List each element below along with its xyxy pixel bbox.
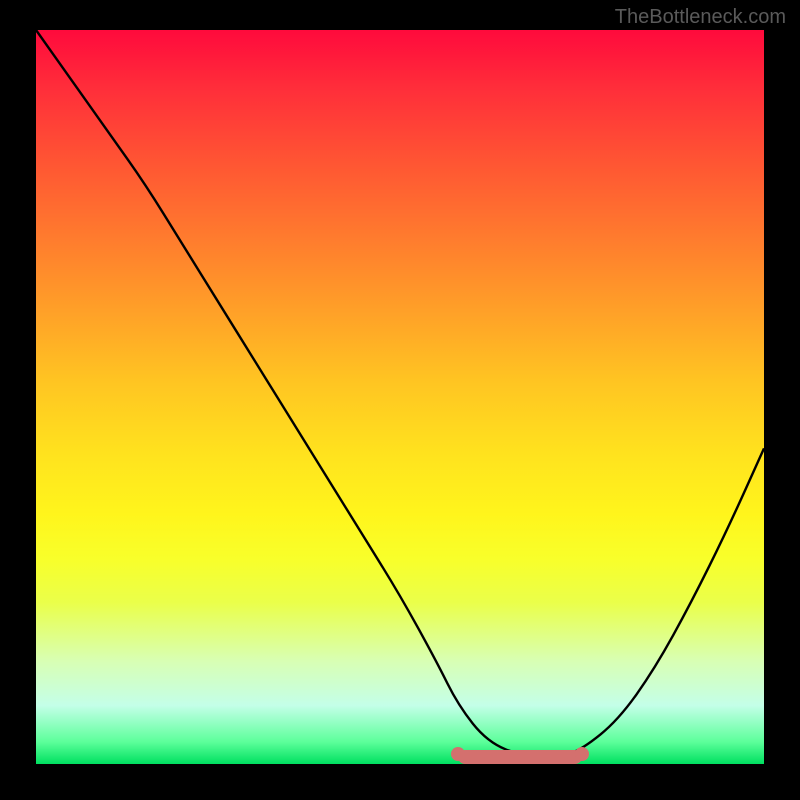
bottleneck-curve [36, 30, 764, 764]
watermark-text: TheBottleneck.com [615, 6, 786, 29]
chart-plot-area [36, 30, 764, 764]
optimal-range-end-dot [575, 747, 589, 761]
optimal-range-band [458, 750, 582, 764]
